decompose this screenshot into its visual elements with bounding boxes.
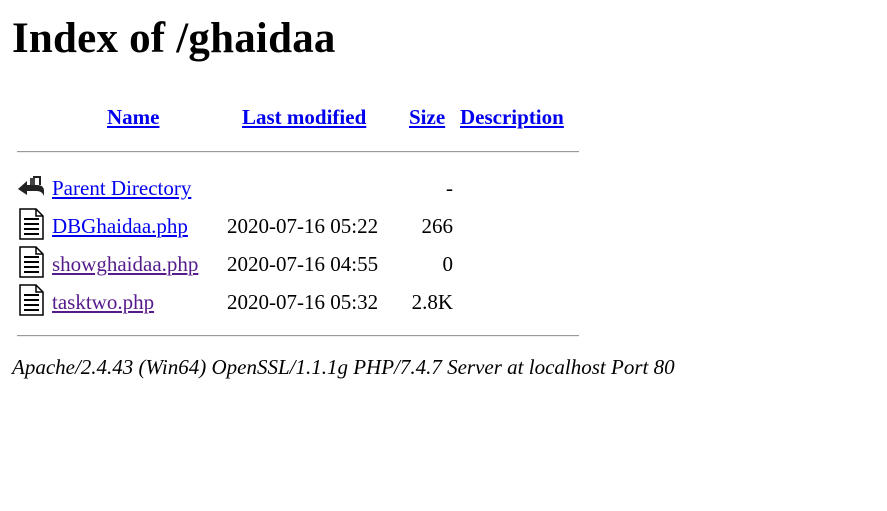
row-last-modified: 2020-07-16 04:55 [227,252,379,276]
row-size: 0 [442,252,454,276]
row-last-modified: 2020-07-16 05:22 [227,214,379,238]
back-icon [16,172,46,204]
page-title: Index of /ghaidaa [12,15,336,62]
file-link[interactable]: tasktwo.php [52,288,154,316]
row-size: 2.8K [411,290,453,314]
file-link[interactable]: DBGhaidaa.php [52,212,188,240]
row-size: - [446,176,453,200]
text-file-icon [16,208,46,240]
row-size: 266 [421,214,454,238]
row-last-modified: 2020-07-16 05:32 [227,290,379,314]
sort-by-name-link[interactable]: Name [107,103,159,131]
text-file-icon [16,246,46,278]
file-link[interactable]: showghaidaa.php [52,250,198,278]
text-file-icon [16,284,46,316]
server-signature: Apache/2.4.43 (Win64) OpenSSL/1.1.1g PHP… [12,355,675,379]
sort-by-last-modified-link[interactable]: Last modified [242,103,366,131]
sort-by-size-link[interactable]: Size [409,103,445,131]
parent-directory-link[interactable]: Parent Directory [52,174,191,202]
top-divider [17,151,579,153]
bottom-divider [17,335,579,337]
sort-by-description-link[interactable]: Description [460,103,564,131]
